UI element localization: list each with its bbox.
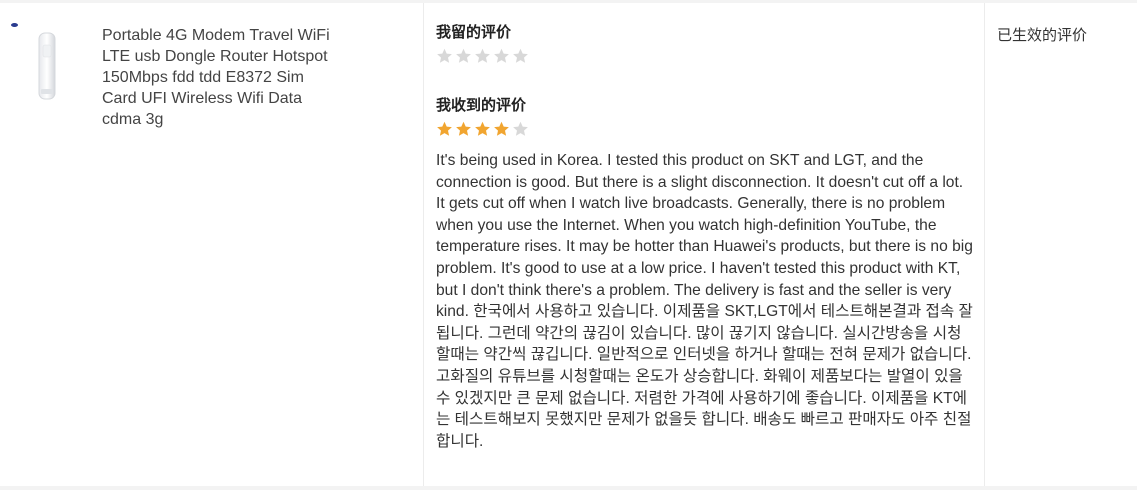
star-filled-icon (437, 121, 452, 136)
star-empty-icon (456, 48, 471, 63)
star-filled-icon (494, 121, 509, 136)
my-review-stars (436, 48, 974, 66)
product-cell: Portable 4G Modem Travel WiFi LTE usb Do… (0, 3, 424, 486)
star-empty-icon (437, 48, 452, 63)
review-status-label: 已生效的评价 (997, 27, 1088, 44)
star-empty-icon (494, 48, 509, 63)
received-review-heading: 我收到的评价 (436, 97, 527, 114)
bullet-dot (11, 23, 18, 27)
star-filled-icon (475, 121, 490, 136)
star-empty-icon (513, 121, 528, 136)
my-review-heading: 我留的评价 (436, 24, 512, 41)
review-text: It's being used in Korea. I tested this … (436, 152, 973, 450)
product-thumbnail[interactable] (30, 31, 66, 103)
product-title[interactable]: Portable 4G Modem Travel WiFi LTE usb Do… (102, 25, 332, 130)
received-review-stars (436, 121, 974, 139)
star-empty-icon (475, 48, 490, 63)
review-cell: 我留的评价 我收到的评价 It's being used in Korea. I… (424, 3, 985, 486)
star-empty-icon (513, 48, 528, 63)
star-filled-icon (456, 121, 471, 136)
order-review-row: Portable 4G Modem Travel WiFi LTE usb Do… (0, 3, 1137, 486)
status-cell: 已生效的评价 (985, 3, 1137, 486)
